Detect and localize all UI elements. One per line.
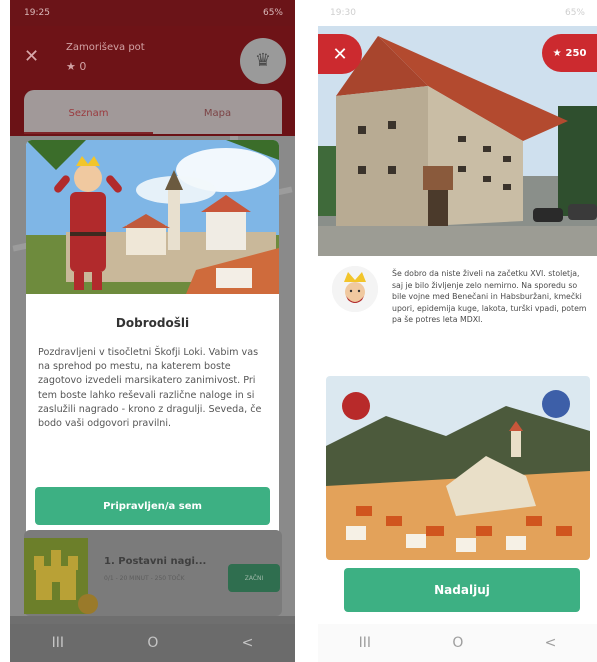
start-task-button[interactable]: ZAČNI [228,564,280,592]
points-value: 250 [565,47,587,59]
points-badge: ★ 250 [542,34,597,72]
dialog-body: Pozdravljeni v tisočletni Škofji Loki. V… [38,347,262,430]
home-icon[interactable]: O [147,635,158,651]
welcome-dialog: Dobrodošli Pozdravljeni v tisočletni Ško… [26,140,279,540]
task-subtitle: 0/1 - 20 MINUT - 250 TOČK [104,575,185,582]
stars-value: 0 [79,60,87,73]
stars-count: ★ 0 [66,60,87,73]
left-phone-screen: 19:25 65% ✕ Zamoriševa pot ★ 0 ♛ Seznam … [10,0,295,662]
recent-apps-icon[interactable]: III [359,635,371,651]
badge-icon [78,594,98,614]
tab-list[interactable]: Seznam [24,90,153,134]
right-phone-screen: 19:30 65% ✕ ★ 250 Še dobro da niste žive… [318,0,597,662]
story-text: Še dobro da niste živeli na začetku XVI.… [392,269,587,325]
tab-map[interactable]: Mapa [153,90,282,134]
historical-painting [326,376,590,560]
status-bar: 19:30 65% [318,0,597,26]
dialog-title: Dobrodošli [115,316,190,330]
task-title: 1. Postavni nagi... [104,556,207,567]
continue-button[interactable]: Nadaljuj [344,568,580,612]
system-nav-bar: III O < [10,624,295,662]
status-battery: 65% [262,8,283,18]
welcome-illustration [26,140,279,294]
status-time: 19:30 [330,8,356,18]
star-icon: ★ [552,47,562,59]
status-time: 19:25 [24,8,50,18]
narrator-avatar [332,266,378,312]
close-icon[interactable]: ✕ [24,46,39,67]
system-nav-bar: III O < [318,624,597,662]
close-icon: ✕ [332,43,348,65]
back-icon[interactable]: < [242,635,254,651]
close-button[interactable]: ✕ [318,34,362,74]
tabs: Seznam Mapa [24,90,282,134]
ready-button[interactable]: Pripravljen/a sem [35,487,270,525]
back-icon[interactable]: < [545,635,557,651]
trophy-icon[interactable]: ♛ [240,38,286,84]
home-icon[interactable]: O [452,635,463,651]
status-battery: 65% [564,8,585,18]
status-bar: 19:25 65% [10,0,295,26]
page-title: Zamoriševa pot [66,42,145,53]
recent-apps-icon[interactable]: III [52,635,64,651]
